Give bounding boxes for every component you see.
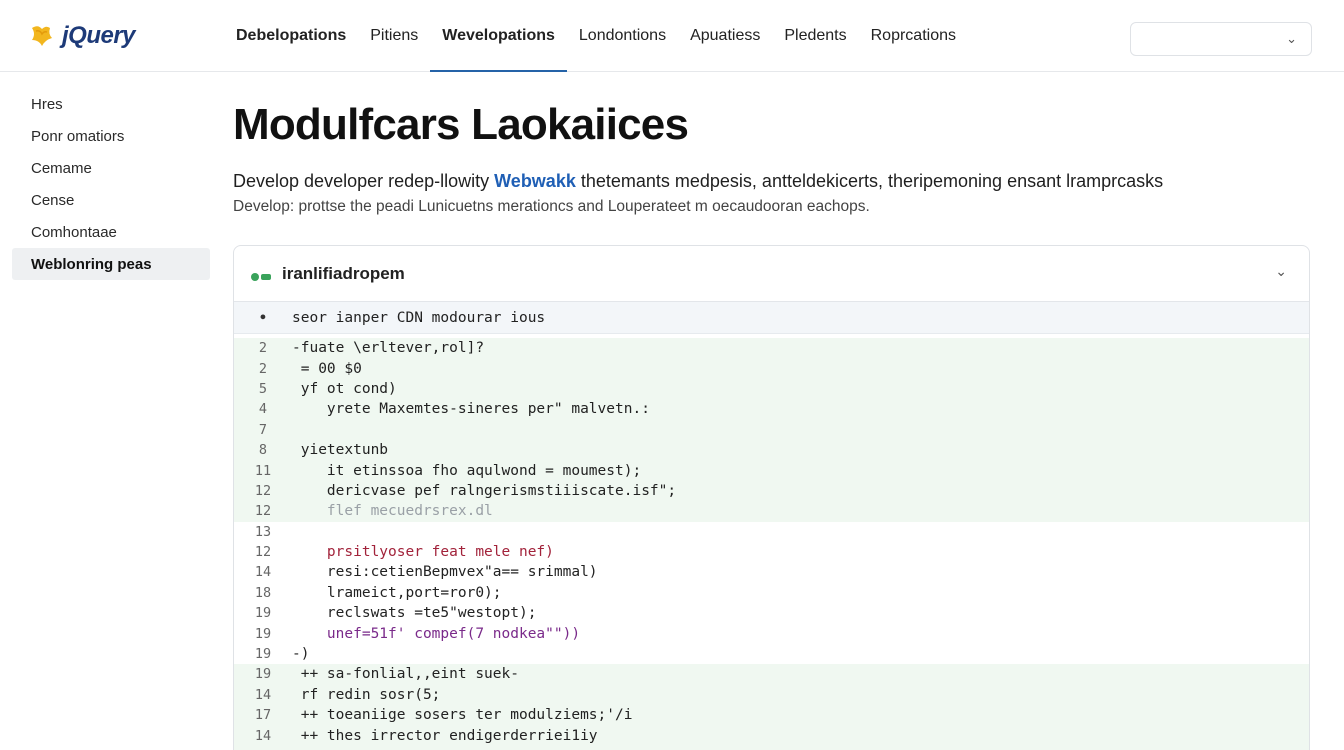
collapse-chevron-icon[interactable]: ⌄ bbox=[1275, 263, 1287, 280]
line-number: 17 bbox=[254, 707, 272, 724]
tab-wevelopations[interactable]: Wevelopations bbox=[430, 0, 567, 72]
lead-text-after: thetemants medpesis, antteldekicerts, th… bbox=[575, 171, 1164, 191]
line-number: 2 bbox=[258, 360, 268, 377]
sidebar-item-weblonring-peas[interactable]: Weblonring peas bbox=[12, 248, 210, 280]
line-number: 12 bbox=[254, 482, 272, 499]
code-text: resi:cetienBepmvex"a== srimmal) bbox=[292, 564, 598, 581]
code-text: it etinssoa fho aqulwond = moumest); bbox=[292, 462, 642, 479]
code-line: 19 ++ sa-fonlial,,eint suek- bbox=[234, 664, 1309, 685]
code-text: yrete Maxemtes-sineres per" malvetn.: bbox=[292, 401, 650, 418]
code-lines: 2 -fuate \erltever,rol]? 2 = 00 $0 5 yf ot … bbox=[234, 338, 1309, 750]
tab-pitiens[interactable]: Pitiens bbox=[358, 0, 430, 72]
code-listing: • seor ianper CDN modourar ious 2 -fuate … bbox=[234, 302, 1309, 750]
webwakk-link[interactable]: Webwakk bbox=[494, 171, 576, 191]
line-number: 19 bbox=[254, 666, 272, 683]
code-line: 12 flef mecuedrsrex.dl bbox=[234, 501, 1309, 522]
code-text: -fuate \erltever,rol]? bbox=[292, 340, 485, 357]
sidebar-item-hres[interactable]: Hres bbox=[12, 88, 210, 120]
line-number: 19 bbox=[254, 625, 272, 642]
code-text: -) bbox=[292, 646, 310, 663]
logo-mark-icon bbox=[28, 22, 58, 50]
code-line: 14 bbox=[234, 745, 1309, 750]
code-line: 14 resi:cetienBepmvex"a== srimmal) bbox=[234, 562, 1309, 583]
main-nav: Debelopations Pitiens Wevelopations Lond… bbox=[224, 0, 968, 72]
chevron-down-icon: ⌄ bbox=[1286, 31, 1297, 46]
line-marker: • bbox=[258, 309, 268, 326]
sidebar-item-cemame[interactable]: Cemame bbox=[12, 152, 210, 184]
tab-apuatiess[interactable]: Apuatiess bbox=[678, 0, 772, 72]
line-number: 14 bbox=[254, 564, 272, 581]
code-text: reclswats =te5"westopt); bbox=[292, 605, 537, 622]
code-text: ++ thes irrector endigerderriei1iy bbox=[292, 727, 598, 744]
code-line: 19 unef=51f' compef(7 nodkea"")) bbox=[234, 623, 1309, 644]
line-number: 8 bbox=[258, 442, 268, 459]
line-number: 14 bbox=[254, 727, 272, 744]
line-number: 4 bbox=[258, 401, 268, 418]
version-select[interactable]: ⌄ bbox=[1130, 22, 1312, 56]
code-text: ++ sa-fonlial,,eint suek- bbox=[292, 666, 519, 683]
code-header-text: seor ianper CDN modourar ious bbox=[292, 309, 546, 326]
line-number: 13 bbox=[254, 523, 272, 540]
line-number: 19 bbox=[254, 605, 272, 622]
code-text: lrameict,port=ror0); bbox=[292, 584, 502, 601]
tab-debelopations[interactable]: Debelopations bbox=[224, 0, 358, 72]
code-text: yietextunb bbox=[292, 442, 389, 459]
module-icon bbox=[250, 269, 272, 281]
code-line: 19 reclswats =te5"westopt); bbox=[234, 603, 1309, 624]
code-text: ++ toeaniige sosers ter modulziems;'/i bbox=[292, 707, 633, 724]
code-line: 2 -fuate \erltever,rol]? bbox=[234, 338, 1309, 359]
code-line: 12 dericvase pef ralngerismstiiiscate.is… bbox=[234, 480, 1309, 502]
code-line: 12 prsitlyoser feat mele nef) bbox=[234, 541, 1309, 563]
tab-londontions[interactable]: Londontions bbox=[567, 0, 678, 72]
logo-text: jQuery bbox=[62, 22, 136, 49]
code-line: 8 yietextunb bbox=[234, 439, 1309, 461]
code-text: rf redin sosr(5; bbox=[292, 686, 441, 703]
code-panel-header[interactable]: iranlifiadropem ⌄ bbox=[234, 246, 1309, 302]
code-text: flef mecuedrsrex.dl bbox=[292, 503, 493, 520]
sub-paragraph: Develop: prottse the peadi Lunicuetns me… bbox=[233, 198, 870, 215]
code-line: 11 it etinssoa fho aqulwond = moumest); bbox=[234, 460, 1309, 481]
code-line: 14 rf redin sosr(5; bbox=[234, 684, 1309, 706]
top-header: jQuery Debelopations Pitiens Wevelopatio… bbox=[0, 0, 1344, 72]
code-text: = 00 $0 bbox=[292, 360, 362, 377]
code-line: 17 ++ toeaniige sosers ter modulziems;'/… bbox=[234, 705, 1309, 726]
code-panel: iranlifiadropem ⌄ • seor ianper CDN modo… bbox=[233, 245, 1310, 750]
line-number: 5 bbox=[258, 380, 268, 397]
lead-text-before: Develop developer redep-llowity bbox=[233, 171, 495, 191]
line-number: 11 bbox=[254, 462, 272, 479]
sidebar-item-comhontaae[interactable]: Comhontaae bbox=[12, 216, 210, 248]
code-header-row: • seor ianper CDN modourar ious bbox=[234, 302, 1309, 334]
page-title: Modulfcars Laokaiices bbox=[233, 100, 689, 149]
sidebar-item-cense[interactable]: Cense bbox=[12, 184, 210, 216]
lead-paragraph: Develop developer redep-llowity Webwakk … bbox=[233, 171, 1163, 192]
sidebar: Hres Ponr omatiors Cemame Cense Comhonta… bbox=[12, 88, 210, 280]
code-line: 2 = 00 $0 bbox=[234, 358, 1309, 379]
code-line: 5 yf ot cond) bbox=[234, 378, 1309, 400]
code-line: 13 bbox=[234, 521, 1309, 542]
line-number: 12 bbox=[254, 503, 272, 520]
tab-roprcations[interactable]: Roprcations bbox=[859, 0, 968, 72]
code-text: yf ot cond) bbox=[292, 380, 397, 397]
code-line: 14 ++ thes irrector endigerderriei1iy bbox=[234, 725, 1309, 746]
line-number: 19 bbox=[254, 646, 272, 663]
code-line: 7 bbox=[234, 419, 1309, 440]
line-number: 7 bbox=[258, 421, 268, 438]
code-text: dericvase pef ralngerismstiiiscate.isf"; bbox=[292, 482, 677, 499]
jquery-logo[interactable]: jQuery bbox=[28, 22, 136, 50]
code-line: 18 lrameict,port=ror0); bbox=[234, 582, 1309, 604]
code-text: unef=51f' compef(7 nodkea"")) bbox=[292, 625, 581, 642]
line-number: 2 bbox=[258, 340, 268, 357]
line-number: 14 bbox=[254, 686, 272, 703]
code-panel-title: iranlifiadropem bbox=[282, 263, 405, 283]
line-number: 12 bbox=[254, 544, 272, 561]
tab-pledents[interactable]: Pledents bbox=[772, 0, 858, 72]
code-line: 19 -) bbox=[234, 643, 1309, 665]
line-number: 18 bbox=[254, 584, 272, 601]
code-line: 4 yrete Maxemtes-sineres per" malvetn.: bbox=[234, 399, 1309, 420]
code-text: prsitlyoser feat mele nef) bbox=[292, 544, 554, 561]
sidebar-item-ponr-omatiors[interactable]: Ponr omatiors bbox=[12, 120, 210, 152]
